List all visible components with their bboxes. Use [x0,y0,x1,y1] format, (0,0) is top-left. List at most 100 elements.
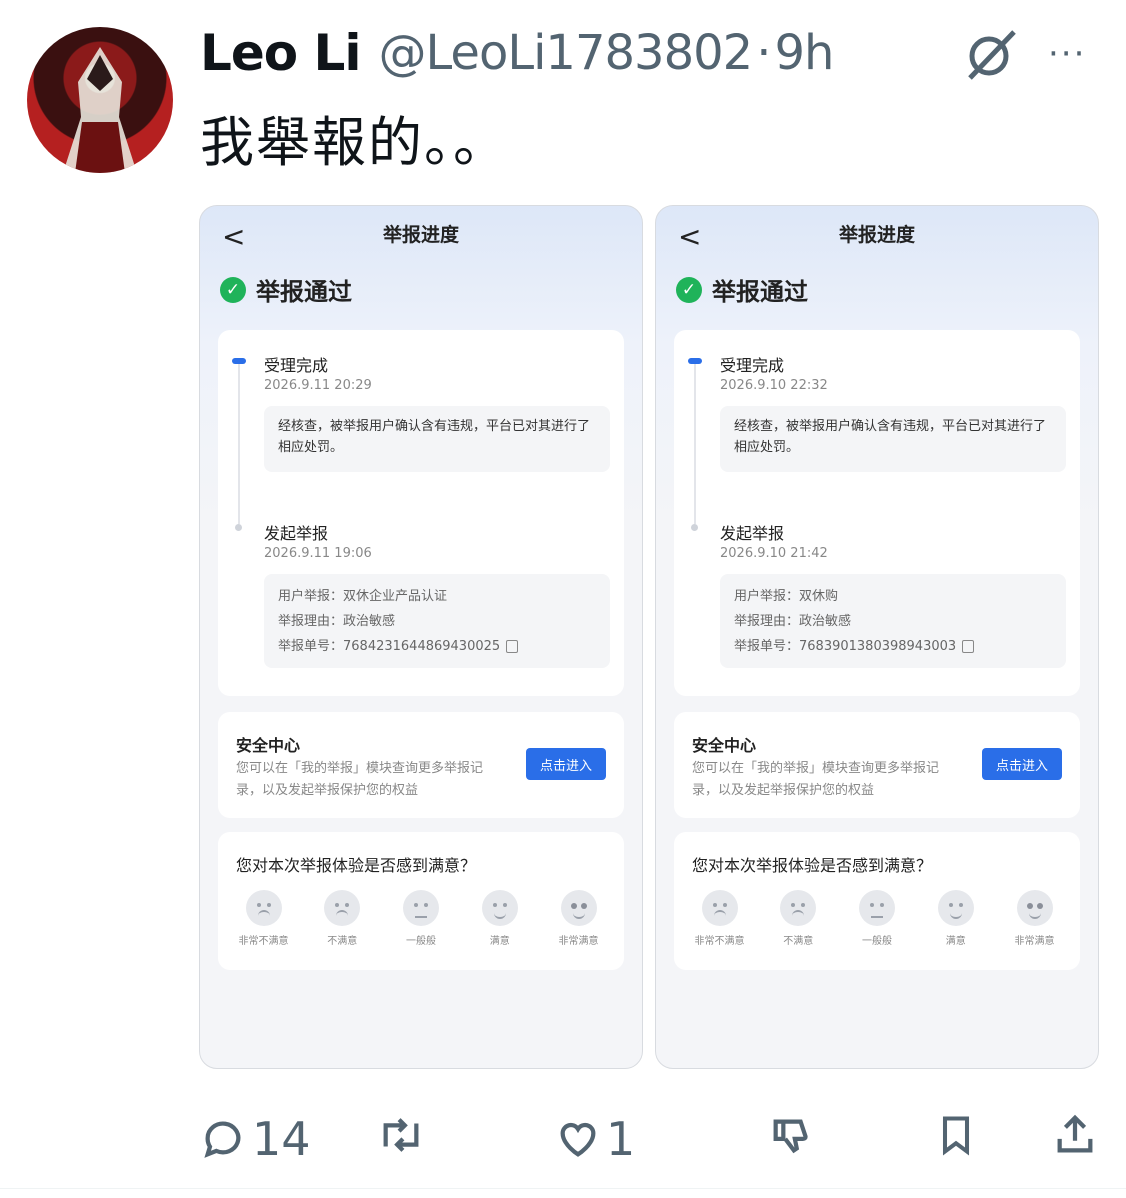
very-satisfied-icon [1016,890,1053,926]
rating-card: 您对本次举报体验是否感到满意？ 非常不满意 不满意 一般般 满意 非常满意 [674,832,1080,970]
report-status: ✓ 举报通过 [676,272,808,307]
reason-value: 政治敏感 [799,614,852,629]
reply-icon [204,1121,241,1158]
security-desc: 您可以在「我的举报」模块查询更多举报记录，以及发起举报保护您的权益 [236,761,484,798]
neutral-icon [403,890,439,926]
bookmark-button[interactable] [934,1112,978,1158]
report-progress-title: 举报进度 [382,224,459,246]
rating-option[interactable]: 非常不满意 [226,890,301,947]
very-satisfied-icon [560,890,597,926]
like-button[interactable]: 1 [554,1112,635,1166]
enter-button[interactable]: 点击进入 [982,748,1062,780]
id-label: 举报单号： [278,639,344,654]
step-time: 2026.9.10 22:32 [720,378,828,393]
like-count: 1 [606,1112,636,1166]
step-time: 2026.9.11 19:06 [264,546,372,561]
dislike-button[interactable] [768,1112,814,1158]
tweet-time[interactable]: 9h [774,25,834,81]
copy-icon[interactable] [506,640,519,653]
security-center-card: 安全中心 您可以在「我的举报」模块查询更多举报记录，以及发起举报保护您的权益 点… [674,712,1080,818]
retweet-icon [383,1118,419,1152]
report-details: 用户举报：双休企业产品认证 举报理由：政治敏感 举报单号：76842316448… [264,574,610,668]
step-detail: 经核查，被举报用户确认含有违规，平台已对其进行了相应处罚。 [720,406,1066,472]
report-details: 用户举报：双休购 举报理由：政治敏感 举报单号：7683901380398943… [720,574,1066,668]
rating-option[interactable]: 一般般 [840,890,915,947]
status-label: 举报通过 [256,278,352,306]
heart-icon [560,1122,596,1157]
security-title: 安全中心 [692,736,757,755]
timeline-dot-active [232,358,246,364]
step-time: 2026.9.11 20:29 [264,378,372,393]
timeline-card: 受理完成 2026.9.11 20:29 经核查，被举报用户确认含有违规，平台已… [218,330,624,696]
rating-option[interactable]: 非常满意 [997,890,1072,947]
check-icon: ✓ [220,276,246,303]
step-title: 发起举报 [264,524,329,543]
timeline-dot [691,524,698,531]
security-title: 安全中心 [236,736,301,755]
rating-option[interactable]: 不满意 [761,890,836,947]
user-label: 用户举报： [278,589,344,604]
divider [0,1188,1126,1189]
timeline-line [694,364,696,524]
unsatisfied-icon [780,890,817,926]
rating-option[interactable]: 满意 [462,890,537,947]
timeline-line [238,364,240,524]
satisfied-icon [481,890,518,926]
user-value: 双休购 [799,589,839,604]
avatar-image [63,47,137,173]
dislike-icon [773,1119,808,1154]
user-value: 双休企业产品认证 [343,589,448,604]
reason-label: 举报理由： [278,614,344,629]
step-title: 受理完成 [720,356,785,375]
unsatisfied-icon [324,890,361,926]
more-icon[interactable]: ··· [1048,34,1086,74]
reason-value: 政治敏感 [343,614,396,629]
step-detail: 经核查，被举报用户确认含有违规，平台已对其进行了相应处罚。 [264,406,610,472]
id-label: 举报单号： [734,639,800,654]
security-center-card: 安全中心 您可以在「我的举报」模块查询更多举报记录，以及发起举报保护您的权益 点… [218,712,624,818]
security-desc: 您可以在「我的举报」模块查询更多举报记录，以及发起举报保护您的权益 [692,761,940,798]
bookmark-icon [942,1116,970,1156]
status-label: 举报通过 [712,278,808,306]
rating-option[interactable]: 非常不满意 [682,890,757,947]
share-button[interactable] [1052,1112,1098,1158]
satisfied-icon [937,890,974,926]
rating-option[interactable]: 满意 [918,890,993,947]
rating-card: 您对本次举报体验是否感到满意？ 非常不满意 不满意 一般般 满意 非常满意 [218,832,624,970]
rating-option[interactable]: 不满意 [305,890,380,947]
step-title: 发起举报 [720,524,785,543]
neutral-icon [859,890,895,926]
separator: · [756,25,771,81]
action-bar: 14 1 [200,1112,1110,1172]
timeline-dot [235,524,242,531]
report-status: ✓ 举报通过 [220,272,352,307]
attached-image-1[interactable]: < 举报进度 ✓ 举报通过 受理完成 2026.9.11 20:29 经核查，被… [199,205,643,1069]
grok-icon[interactable] [962,26,1020,84]
user-handle[interactable]: @LeoLi1783802 [379,25,754,81]
copy-icon[interactable] [962,640,975,653]
step-title: 受理完成 [264,356,329,375]
share-icon [1057,1114,1093,1153]
reply-count: 14 [252,1112,311,1166]
reply-button[interactable]: 14 [200,1112,311,1166]
timeline-dot-active [688,358,702,364]
report-progress-title: 举报进度 [838,224,915,246]
retweet-button[interactable] [376,1112,426,1158]
rating-option[interactable]: 非常满意 [541,890,616,947]
display-name[interactable]: Leo Li [200,24,362,82]
attached-image-2[interactable]: < 举报进度 ✓ 举报通过 受理完成 2026.9.10 22:32 经核查，被… [655,205,1099,1069]
user-label: 用户举报： [734,589,800,604]
very-unsatisfied-icon [245,890,282,926]
enter-button[interactable]: 点击进入 [526,748,606,780]
rating-question: 您对本次举报体验是否感到满意？ [236,856,477,875]
check-icon: ✓ [676,276,702,303]
rating-option[interactable]: 一般般 [384,890,459,947]
reason-label: 举报理由： [734,614,800,629]
timeline-card: 受理完成 2026.9.10 22:32 经核查，被举报用户确认含有违规，平台已… [674,330,1080,696]
tweet-text: 我舉報的。。 [200,111,509,174]
very-unsatisfied-icon [701,890,738,926]
avatar[interactable] [27,27,173,173]
id-value: 7683901380398943003 [799,639,957,654]
id-value: 7684231644869430025 [343,639,501,654]
step-time: 2026.9.10 21:42 [720,546,828,561]
